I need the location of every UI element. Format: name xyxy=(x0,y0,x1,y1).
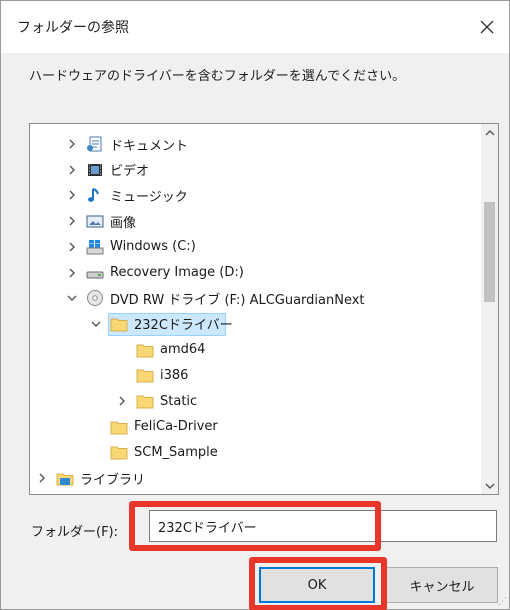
tree-item-label: Static xyxy=(160,393,198,409)
tree-item[interactable]: SCM_Sample xyxy=(30,440,472,464)
tree-item-label: 232Cドライバー xyxy=(134,318,233,334)
chevron-right-icon xyxy=(119,396,125,406)
tree-item-label: Windows (C:) xyxy=(110,239,196,255)
title-bar: フォルダーの参照 xyxy=(1,1,509,53)
expand-toggle[interactable] xyxy=(64,239,80,255)
tree-item-label: 画像 xyxy=(110,215,137,231)
ok-button[interactable]: OK xyxy=(259,567,375,603)
chevron-down-icon xyxy=(485,483,494,489)
collapse-toggle[interactable] xyxy=(64,290,80,306)
chevron-down-icon xyxy=(91,321,101,327)
tree-item-label: FeliCa-Driver xyxy=(134,419,218,435)
tree-item[interactable]: Recovery Image (D:) xyxy=(30,261,472,285)
folder-field-label: フォルダー(F): xyxy=(31,525,119,540)
browse-folder-dialog: フォルダーの参照 ハードウェアのドライバーを含むフォルダーを選んでください。 ド… xyxy=(0,0,510,610)
expand-toggle xyxy=(114,367,130,383)
expand-toggle[interactable] xyxy=(114,393,130,409)
vertical-scrollbar[interactable] xyxy=(481,124,498,494)
scroll-down-button[interactable] xyxy=(481,477,498,494)
tree-item-label: Recovery Image (D:) xyxy=(110,265,244,280)
tree-item-label: DVD RW ドライブ (F:) ALCGuardianNext xyxy=(110,292,365,308)
library-icon xyxy=(56,469,74,487)
folder-icon xyxy=(136,366,154,384)
scroll-thumb[interactable] xyxy=(484,202,495,302)
chevron-right-icon xyxy=(69,242,75,252)
folder-icon xyxy=(110,418,128,436)
tree-item[interactable]: ライブラリ xyxy=(30,466,472,490)
tree-item[interactable]: Windows (C:) xyxy=(30,235,472,259)
folder-icon xyxy=(110,443,128,461)
expand-toggle[interactable] xyxy=(64,162,80,178)
expand-toggle[interactable] xyxy=(64,187,80,203)
cancel-button[interactable]: キャンセル xyxy=(386,567,498,603)
folder-tree[interactable]: ドキュメント ビデオミュージック 画像 Windows (C:) Recovery Im… xyxy=(29,123,499,495)
dvd-drive-icon xyxy=(86,289,104,307)
tree-item[interactable]: ビデオ xyxy=(30,158,472,182)
chevron-right-icon xyxy=(69,216,75,226)
close-icon xyxy=(480,20,494,34)
tree-item[interactable]: i386 xyxy=(30,363,472,387)
tree-item[interactable]: DVD RW ドライブ (F:) ALCGuardianNext xyxy=(30,286,472,310)
expand-toggle[interactable] xyxy=(34,470,50,486)
tree-item[interactable]: ミュージック xyxy=(30,183,472,207)
tree-item[interactable]: FeliCa-Driver xyxy=(30,415,472,439)
tree-item-label: ミュージック xyxy=(110,189,188,205)
documents-icon xyxy=(86,135,104,153)
resize-grip[interactable]: ⋰ xyxy=(498,597,507,607)
scroll-up-button[interactable] xyxy=(481,124,498,141)
music-icon xyxy=(86,186,104,204)
folder-name-input[interactable] xyxy=(149,510,497,542)
folder-icon xyxy=(136,392,154,410)
dialog-title: フォルダーの参照 xyxy=(17,20,129,36)
tree-item-label: ビデオ xyxy=(110,164,150,180)
expand-toggle xyxy=(88,444,104,460)
tree-item[interactable]: ドキュメント xyxy=(30,132,472,156)
tree-item-label: ライブラリ xyxy=(80,472,146,488)
videos-icon xyxy=(86,161,104,179)
windows-drive-icon xyxy=(86,238,104,256)
tree-item-label: i386 xyxy=(160,367,189,383)
expand-toggle xyxy=(88,419,104,435)
chevron-right-icon xyxy=(69,139,75,149)
chevron-down-icon xyxy=(67,295,77,302)
expand-toggle xyxy=(114,342,130,358)
close-button[interactable] xyxy=(469,9,505,45)
tree-item-label: ドキュメント xyxy=(110,138,189,154)
tree-item-label: amd64 xyxy=(160,342,206,358)
expand-toggle[interactable] xyxy=(64,136,80,152)
expand-toggle[interactable] xyxy=(64,213,80,229)
collapse-toggle[interactable] xyxy=(88,316,104,332)
tree-item[interactable]: amd64 xyxy=(30,338,472,362)
chevron-right-icon xyxy=(69,165,75,175)
instruction-text: ハードウェアのドライバーを含むフォルダーを選んでください。 xyxy=(29,69,406,84)
tree-item[interactable]: 232Cドライバー xyxy=(30,312,472,336)
tree-item[interactable]: Static xyxy=(30,389,472,413)
pictures-icon xyxy=(86,212,104,230)
tree-item-label: SCM_Sample xyxy=(134,444,218,460)
chevron-right-icon xyxy=(69,268,75,277)
tree-item[interactable]: 画像 xyxy=(30,209,472,233)
folder-icon xyxy=(110,315,128,333)
chevron-right-icon xyxy=(69,190,75,200)
chevron-up-icon xyxy=(485,129,494,135)
drive-icon xyxy=(86,264,104,282)
expand-toggle[interactable] xyxy=(64,265,80,281)
chevron-right-icon xyxy=(39,473,45,483)
folder-icon xyxy=(136,341,154,359)
